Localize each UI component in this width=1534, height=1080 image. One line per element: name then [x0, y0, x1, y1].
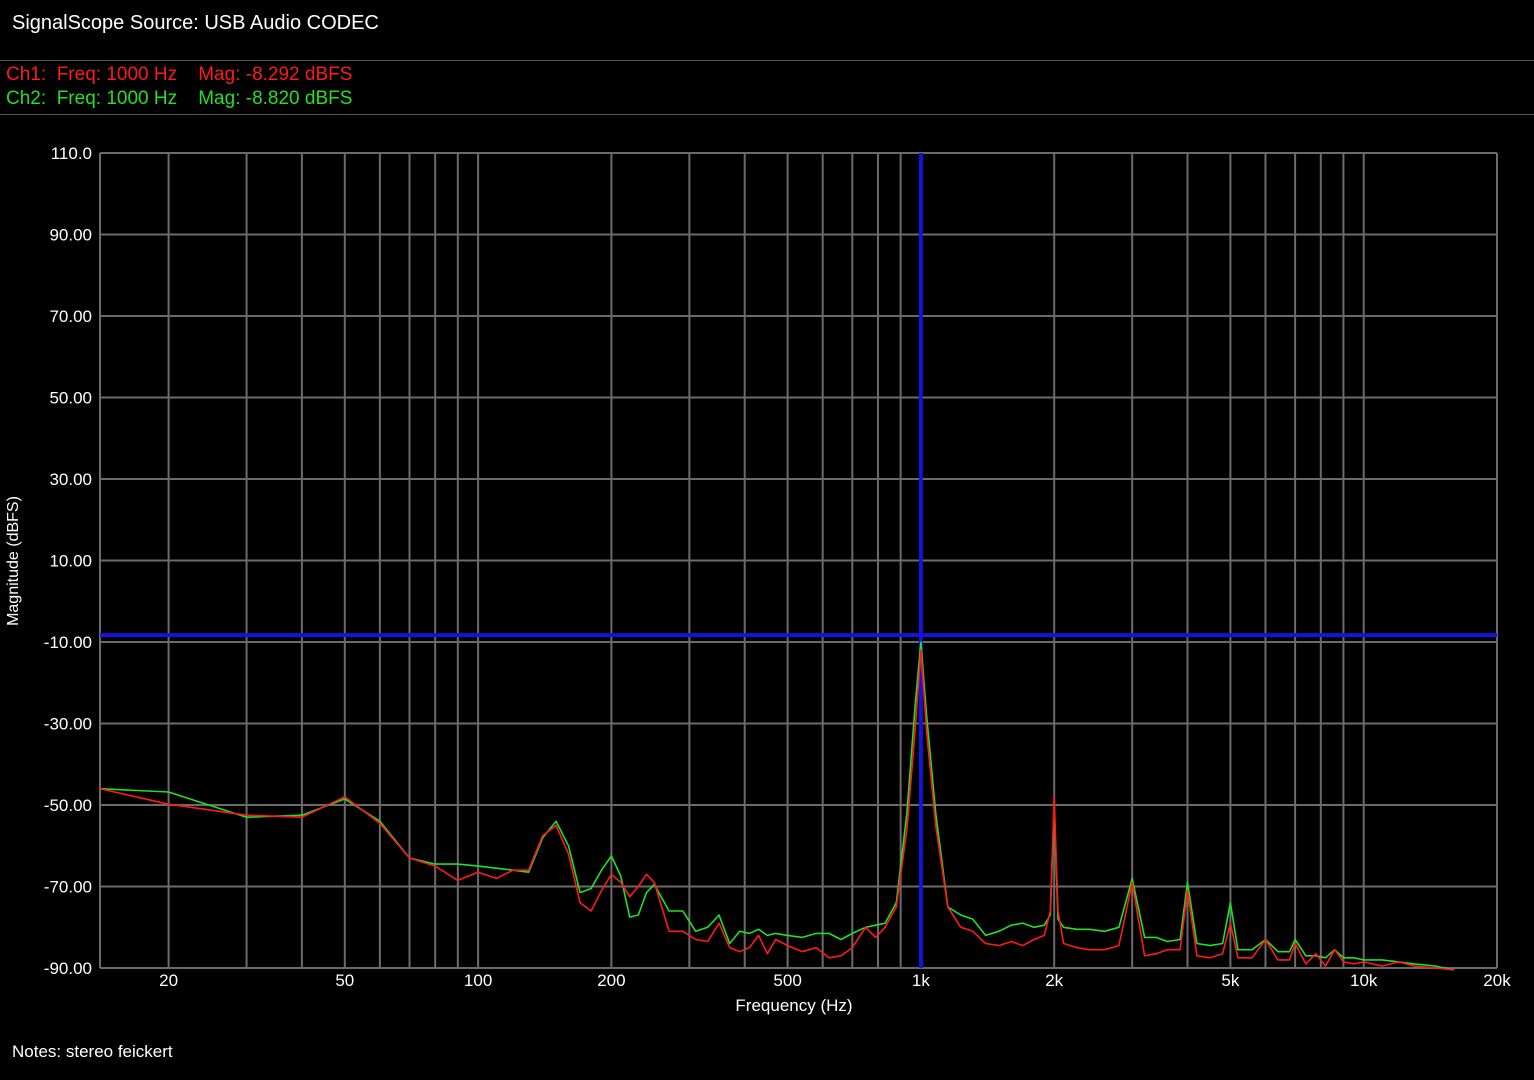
y-tick-label: -90.00	[44, 959, 92, 978]
y-tick-label: 50.00	[49, 389, 92, 408]
x-tick-label: 100	[464, 971, 492, 990]
x-tick-label: 1k	[912, 971, 930, 990]
x-tick-label: 20	[159, 971, 178, 990]
y-tick-label: -30.00	[44, 715, 92, 734]
x-tick-label: 20k	[1483, 971, 1511, 990]
x-tick-labels: 20 50 100 200 500 1k 2k 5k 10k 20k	[159, 971, 1511, 990]
y-tick-label: -70.00	[44, 878, 92, 897]
chart-grid	[99, 152, 1498, 969]
y-tick-label: 10.00	[49, 552, 92, 571]
y-axis-label: Magnitude (dBFS)	[5, 496, 22, 626]
x-tick-label: 50	[335, 971, 354, 990]
x-tick-label: 5k	[1221, 971, 1239, 990]
y-tick-label: 30.00	[49, 470, 92, 489]
x-tick-label: 200	[597, 971, 625, 990]
y-tick-label: 110.0	[51, 144, 92, 163]
y-tick-label: 70.00	[49, 307, 92, 326]
y-tick-labels: 110.0 90.00 70.00 50.00 30.00 10.00 -10.00 -30.…	[44, 144, 92, 978]
spectrum-chart[interactable]: 110.0 90.00 70.00 50.00 30.00 10.00 -10.00 -30.…	[0, 0, 1534, 1080]
x-tick-label: 2k	[1045, 971, 1063, 990]
y-tick-label: -10.00	[44, 633, 92, 652]
x-tick-label: 500	[773, 971, 801, 990]
notes-text: Notes: stereo feickert	[12, 1042, 173, 1061]
y-tick-label: -50.00	[44, 796, 92, 815]
x-tick-label: 10k	[1350, 971, 1378, 990]
series-line-ch1	[99, 649, 1455, 971]
y-tick-label: 90.00	[49, 226, 92, 245]
x-axis-label: Frequency (Hz)	[735, 996, 852, 1015]
